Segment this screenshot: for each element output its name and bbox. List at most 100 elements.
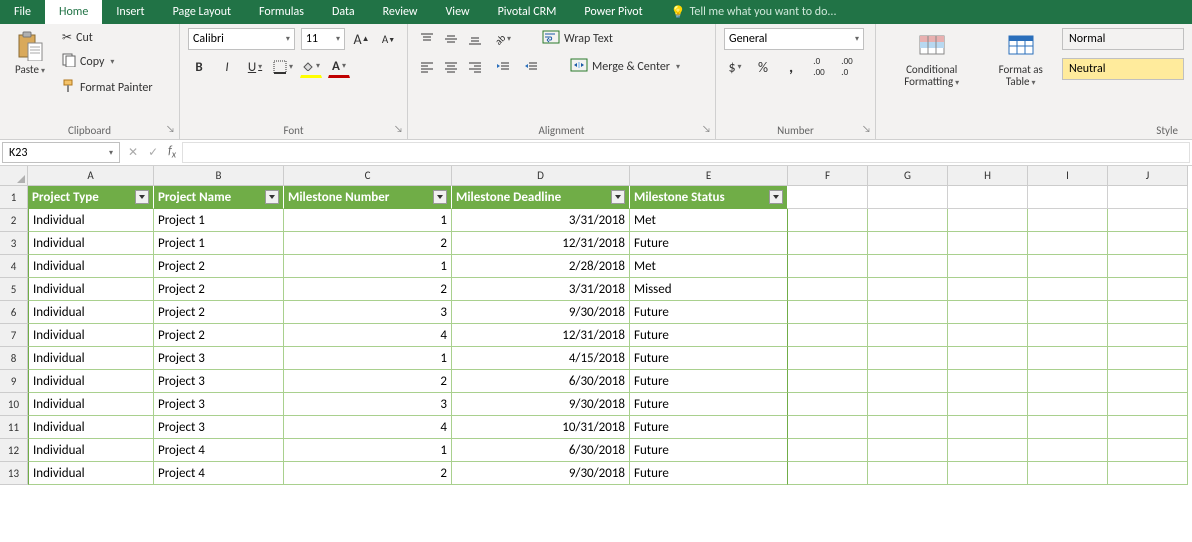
cell[interactable]: [788, 393, 868, 416]
cell[interactable]: 12/31/2018: [452, 232, 630, 255]
cell[interactable]: [948, 393, 1028, 416]
cell[interactable]: [788, 370, 868, 393]
cell[interactable]: Project 3: [154, 370, 284, 393]
borders-button[interactable]: ▾: [272, 56, 294, 78]
cell[interactable]: Individual: [28, 416, 154, 439]
row-header[interactable]: 13: [0, 462, 28, 485]
table-header-cell[interactable]: Milestone Deadline: [452, 186, 630, 209]
cell[interactable]: 10/31/2018: [452, 416, 630, 439]
format-as-table-button[interactable]: Format as Table▾: [985, 28, 1056, 90]
cell[interactable]: [1108, 393, 1188, 416]
cell[interactable]: Individual: [28, 439, 154, 462]
row-header[interactable]: 6: [0, 301, 28, 324]
cell[interactable]: [1108, 301, 1188, 324]
cell[interactable]: [948, 347, 1028, 370]
cell[interactable]: 3/31/2018: [452, 278, 630, 301]
row-header[interactable]: 4: [0, 255, 28, 278]
underline-button[interactable]: U▾: [244, 56, 266, 78]
align-right-button[interactable]: [464, 56, 486, 78]
cell[interactable]: [1108, 232, 1188, 255]
cell[interactable]: [1028, 393, 1108, 416]
enter-icon[interactable]: ✓: [148, 145, 158, 160]
cell[interactable]: 2/28/2018: [452, 255, 630, 278]
cell[interactable]: [868, 370, 948, 393]
cell[interactable]: [1108, 347, 1188, 370]
column-header[interactable]: C: [284, 166, 452, 186]
cell[interactable]: [868, 278, 948, 301]
cell[interactable]: [788, 278, 868, 301]
cell[interactable]: Future: [630, 370, 788, 393]
cell[interactable]: [948, 370, 1028, 393]
tab-file[interactable]: File: [0, 0, 45, 24]
cell[interactable]: 9/30/2018: [452, 393, 630, 416]
name-box[interactable]: K23 ▾: [2, 142, 120, 163]
cell[interactable]: [1028, 278, 1108, 301]
cell[interactable]: [868, 347, 948, 370]
cell[interactable]: Project 2: [154, 301, 284, 324]
table-header-cell[interactable]: Project Name: [154, 186, 284, 209]
cell[interactable]: 1: [284, 209, 452, 232]
cut-button[interactable]: ✂ Cut: [58, 28, 157, 47]
merge-center-button[interactable]: Merge & Center ▾: [566, 56, 684, 78]
cell[interactable]: [868, 439, 948, 462]
tab-formulas[interactable]: Formulas: [245, 0, 318, 24]
font-color-button[interactable]: A▾: [328, 56, 350, 78]
cell[interactable]: [788, 416, 868, 439]
cell[interactable]: [1028, 462, 1108, 485]
dialog-launcher-icon[interactable]: ↘: [394, 122, 403, 135]
cell[interactable]: Individual: [28, 301, 154, 324]
cell[interactable]: [1108, 370, 1188, 393]
cell[interactable]: [948, 232, 1028, 255]
conditional-formatting-button[interactable]: Conditional Formatting▾: [884, 28, 979, 90]
row-header[interactable]: 11: [0, 416, 28, 439]
row-header[interactable]: 9: [0, 370, 28, 393]
table-header-cell[interactable]: Milestone Status: [630, 186, 788, 209]
formula-bar[interactable]: [182, 142, 1190, 163]
font-size-combo[interactable]: 11▾: [301, 28, 345, 50]
tab-insert[interactable]: Insert: [102, 0, 158, 24]
increase-indent-button[interactable]: [520, 56, 542, 78]
cell[interactable]: 2: [284, 232, 452, 255]
cell[interactable]: 3: [284, 301, 452, 324]
row-header[interactable]: 12: [0, 439, 28, 462]
tab-power-pivot[interactable]: Power Pivot: [570, 0, 656, 24]
filter-dropdown-icon[interactable]: [265, 190, 279, 204]
cell[interactable]: [948, 416, 1028, 439]
align-center-button[interactable]: [440, 56, 462, 78]
filter-dropdown-icon[interactable]: [769, 190, 783, 204]
cell[interactable]: [868, 255, 948, 278]
cell[interactable]: [1108, 186, 1188, 209]
cell[interactable]: [1108, 324, 1188, 347]
cell[interactable]: Project 1: [154, 209, 284, 232]
cell[interactable]: 2: [284, 278, 452, 301]
cell[interactable]: [788, 439, 868, 462]
cell-style-normal[interactable]: Normal: [1062, 28, 1184, 50]
tab-page-layout[interactable]: Page Layout: [159, 0, 245, 24]
cell[interactable]: Future: [630, 324, 788, 347]
row-header[interactable]: 2: [0, 209, 28, 232]
tab-home[interactable]: Home: [45, 0, 102, 24]
column-header[interactable]: E: [630, 166, 788, 186]
cell[interactable]: [788, 301, 868, 324]
cell[interactable]: Future: [630, 393, 788, 416]
table-header-cell[interactable]: Project Type: [28, 186, 154, 209]
cell[interactable]: Future: [630, 439, 788, 462]
accounting-button[interactable]: $▾: [724, 56, 746, 78]
cell[interactable]: [1028, 186, 1108, 209]
cell[interactable]: Individual: [28, 278, 154, 301]
cell[interactable]: 12/31/2018: [452, 324, 630, 347]
decrease-decimal-button[interactable]: .00.0: [836, 56, 858, 78]
cell[interactable]: Individual: [28, 209, 154, 232]
cell[interactable]: Individual: [28, 232, 154, 255]
cell[interactable]: [948, 186, 1028, 209]
cell[interactable]: [1028, 439, 1108, 462]
row-header[interactable]: 3: [0, 232, 28, 255]
cell[interactable]: Future: [630, 347, 788, 370]
cell[interactable]: 2: [284, 370, 452, 393]
column-header[interactable]: I: [1028, 166, 1108, 186]
tab-pivotal-crm[interactable]: Pivotal CRM: [484, 0, 571, 24]
format-painter-button[interactable]: Format Painter: [58, 77, 157, 99]
cell[interactable]: [948, 301, 1028, 324]
tab-view[interactable]: View: [432, 0, 484, 24]
column-header[interactable]: J: [1108, 166, 1188, 186]
